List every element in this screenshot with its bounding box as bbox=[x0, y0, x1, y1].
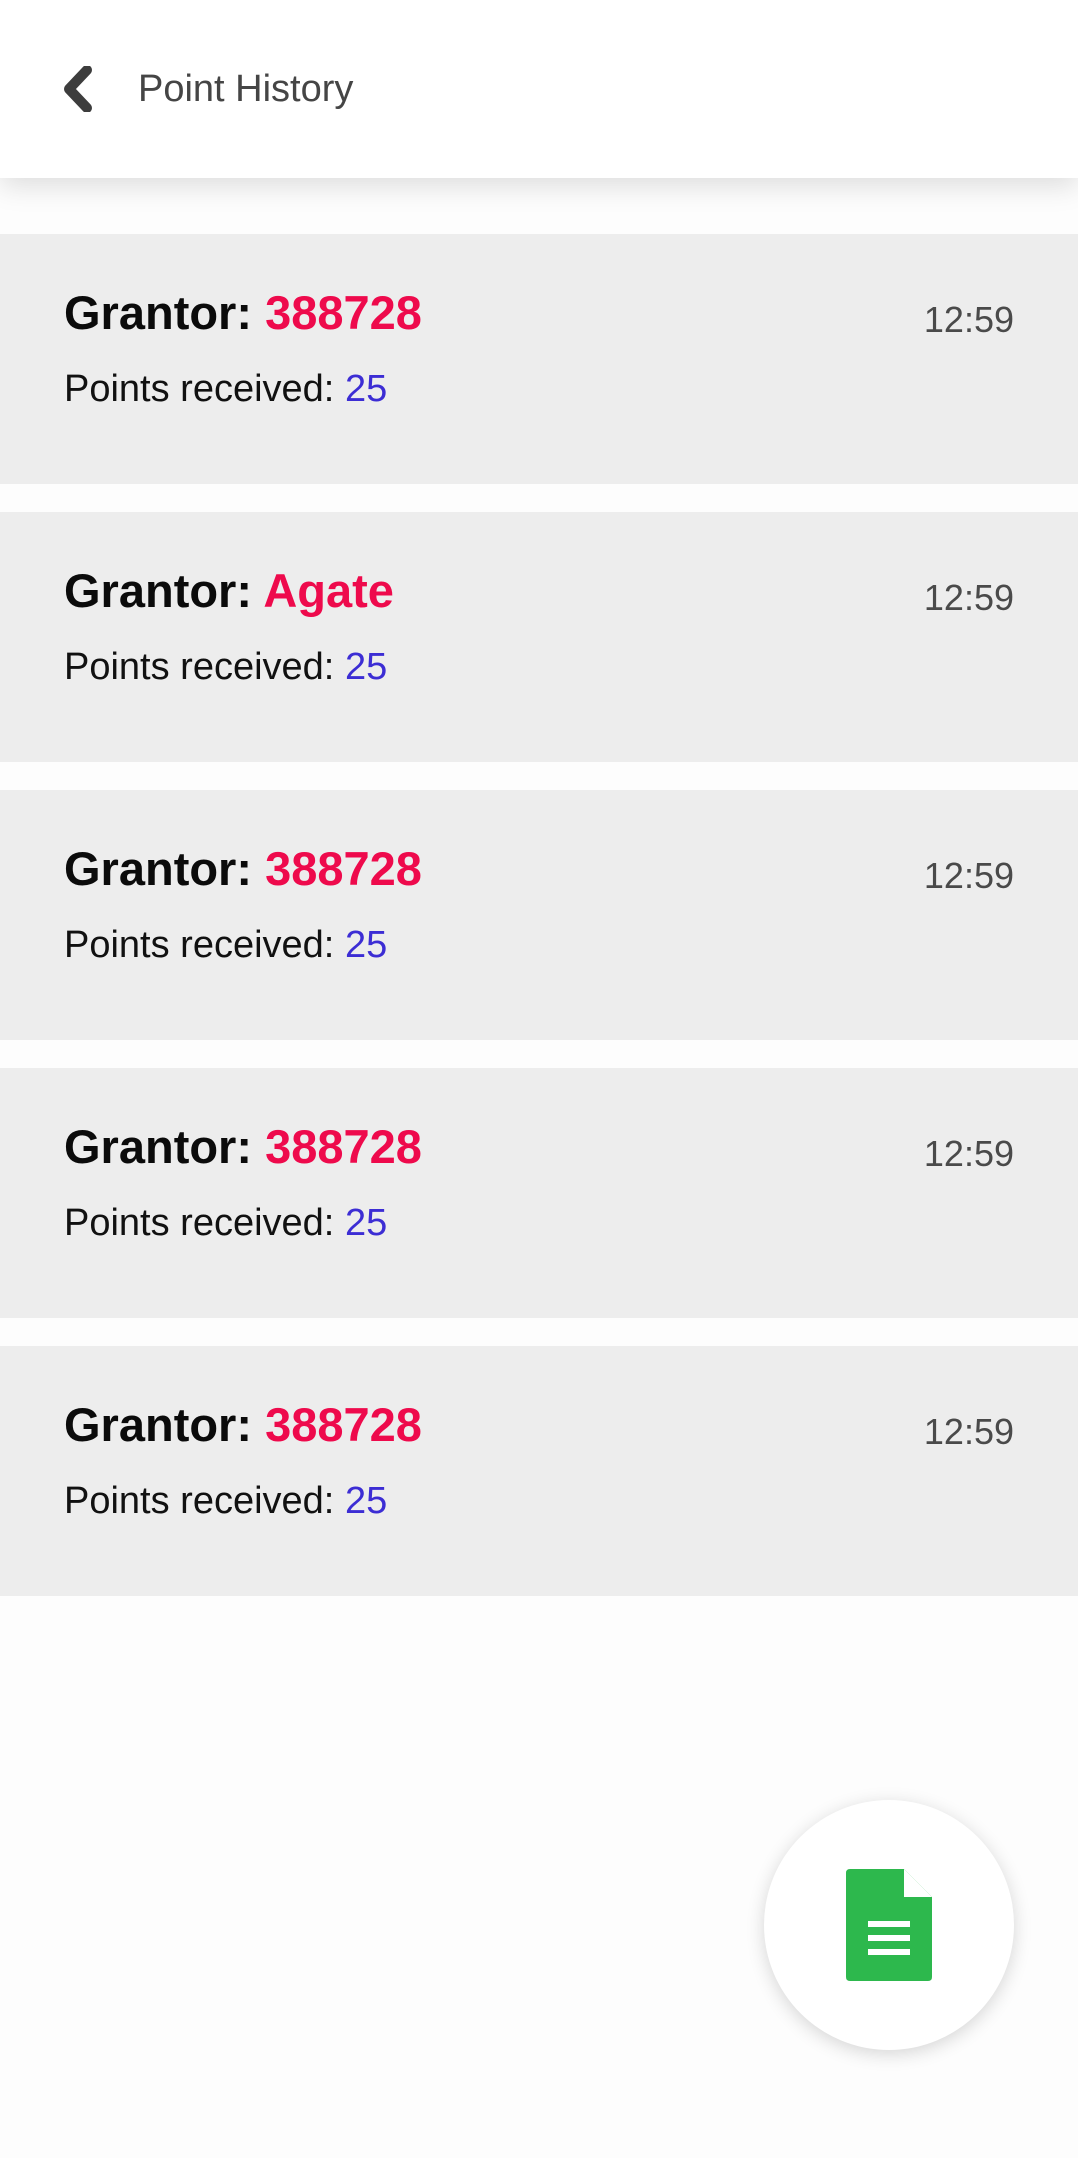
history-item[interactable]: Grantor: 388728 Points received: 25 12:5… bbox=[0, 1068, 1078, 1318]
points-value: 25 bbox=[344, 646, 388, 688]
points-value: 25 bbox=[344, 924, 388, 966]
points-label: Points received: bbox=[64, 646, 335, 688]
points-value: 25 bbox=[344, 1202, 388, 1244]
points-line: Points received: 25 bbox=[64, 364, 387, 414]
grantor-line: Grantor: 388728 bbox=[64, 1118, 422, 1176]
history-item[interactable]: Grantor: 388728 Points received: 25 12:5… bbox=[0, 1346, 1078, 1596]
grantor-line: Grantor: Agate bbox=[64, 562, 394, 620]
grantor-label: Grantor: bbox=[64, 842, 252, 895]
grantor-label: Grantor: bbox=[64, 564, 252, 617]
grantor-value: 388728 bbox=[265, 1398, 422, 1451]
grantor-value: Agate bbox=[263, 564, 394, 617]
document-icon bbox=[846, 1869, 932, 1981]
grantor-label: Grantor: bbox=[64, 1398, 252, 1451]
points-line: Points received: 25 bbox=[64, 1198, 387, 1248]
points-line: Points received: 25 bbox=[64, 1476, 387, 1526]
points-label: Points received: bbox=[64, 1202, 335, 1244]
history-item[interactable]: Grantor: 388728 Points received: 25 12:5… bbox=[0, 234, 1078, 484]
points-label: Points received: bbox=[64, 368, 335, 410]
points-value: 25 bbox=[344, 1480, 388, 1522]
document-fab-button[interactable] bbox=[764, 1800, 1014, 2050]
timestamp: 12:59 bbox=[923, 855, 1014, 896]
chevron-left-icon bbox=[64, 66, 92, 112]
grantor-line: Grantor: 388728 bbox=[64, 1396, 422, 1454]
timestamp: 12:59 bbox=[923, 577, 1014, 618]
history-item[interactable]: Grantor: 388728 Points received: 25 12:5… bbox=[0, 790, 1078, 1040]
page-title: Point History bbox=[138, 68, 354, 110]
history-item[interactable]: Grantor: Agate Points received: 25 12:59 bbox=[0, 512, 1078, 762]
points-label: Points received: bbox=[64, 1480, 335, 1522]
timestamp: 12:59 bbox=[923, 1133, 1014, 1174]
back-button[interactable] bbox=[48, 56, 108, 122]
points-label: Points received: bbox=[64, 924, 335, 966]
points-line: Points received: 25 bbox=[64, 642, 387, 692]
grantor-value: 388728 bbox=[265, 842, 422, 895]
timestamp: 12:59 bbox=[923, 1411, 1014, 1452]
grantor-value: 388728 bbox=[265, 1120, 422, 1173]
grantor-value: 388728 bbox=[265, 286, 422, 339]
grantor-label: Grantor: bbox=[64, 286, 252, 339]
points-value: 25 bbox=[344, 368, 388, 410]
points-line: Points received: 25 bbox=[64, 920, 387, 970]
point-history-list: Grantor: 388728 Points received: 25 12:5… bbox=[0, 234, 1078, 1624]
app-header: Point History bbox=[0, 0, 1078, 178]
grantor-line: Grantor: 388728 bbox=[64, 840, 422, 898]
grantor-label: Grantor: bbox=[64, 1120, 252, 1173]
grantor-line: Grantor: 388728 bbox=[64, 284, 422, 342]
timestamp: 12:59 bbox=[923, 299, 1014, 340]
